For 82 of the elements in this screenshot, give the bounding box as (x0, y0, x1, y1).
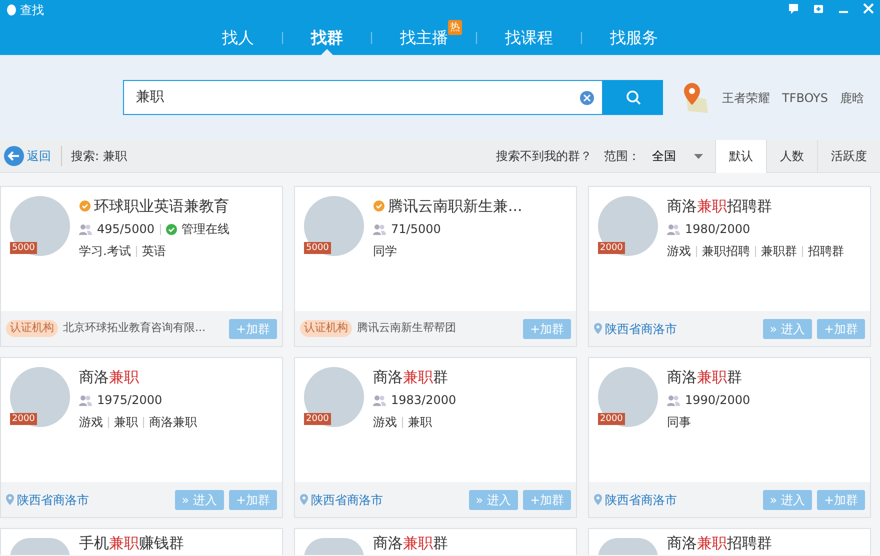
tab[interactable]: 找服务 (582, 20, 686, 55)
group-tag: 商洛兼职 (149, 413, 197, 431)
location-link[interactable]: 陕西省商洛市 (605, 320, 677, 338)
organization-name: 北京环球拓业教育咨询有限... (63, 320, 206, 336)
group-name[interactable]: 腾讯云南职新生兼... (388, 196, 522, 216)
capacity-tag: 2000 (10, 413, 37, 425)
sort-tab[interactable]: 活跃度 (817, 140, 880, 172)
group-tag: 游戏 (79, 413, 103, 431)
clear-icon[interactable] (580, 90, 594, 104)
member-count: 495/5000 (97, 221, 154, 238)
members-icon (373, 224, 386, 234)
group-name[interactable]: 环球职业英语兼教育 (94, 196, 229, 216)
group-name[interactable]: 商洛兼职招聘群 (667, 533, 772, 553)
sort-tab[interactable]: 人数 (766, 140, 817, 172)
member-count: 71/5000 (391, 221, 441, 238)
group-tag: 学习.考试 (79, 242, 131, 260)
group-tag: 兼职群 (761, 242, 797, 260)
members-icon (667, 394, 680, 406)
search-field[interactable]: 兼职 (123, 80, 603, 115)
tab[interactable]: 找人 (194, 20, 282, 55)
location-link[interactable]: 陕西省商洛市 (17, 490, 89, 508)
group-name[interactable]: 商洛兼职群 (667, 367, 742, 387)
help-link[interactable]: 搜索不到我的群？ (496, 147, 592, 165)
group-tag: 游戏 (667, 242, 691, 260)
group-tag: 兼职 (114, 413, 138, 431)
members-icon (667, 224, 680, 234)
group-tag: 同事 (667, 413, 691, 431)
capacity-tag: 2000 (598, 242, 625, 254)
member-count: 1975/2000 (97, 392, 162, 409)
capacity-tag: 5000 (10, 242, 37, 254)
capacity-tag: 2000 (598, 413, 625, 425)
search-query: 搜索: 兼职 (71, 148, 127, 165)
location-pin-icon (594, 494, 602, 505)
avatar-placeholder (598, 538, 658, 555)
capacity-tag: 5000 (304, 242, 331, 254)
location-pin-icon (300, 494, 308, 505)
group-name[interactable]: 商洛兼职群 (373, 533, 448, 553)
group-tag: 兼职招聘 (702, 242, 750, 260)
range-dropdown[interactable]: 全国 (652, 146, 703, 166)
group-tag: 招聘群 (808, 242, 844, 260)
avatar-placeholder (10, 538, 70, 555)
search-button[interactable] (603, 80, 663, 115)
window-title: 查找 (20, 2, 44, 19)
hot-word-link[interactable]: 王者荣耀 (722, 88, 770, 106)
tab[interactable]: 找课程 (477, 20, 581, 55)
location-pin-icon (594, 323, 602, 334)
hot-badge: 热 (448, 20, 462, 35)
members-icon (373, 394, 386, 406)
member-count: 1983/2000 (391, 392, 456, 409)
certified-badge: 认证机构 (300, 320, 352, 337)
group-name[interactable]: 手机兼职赚钱群 (79, 533, 184, 553)
group-name[interactable]: 商洛兼职群 (373, 367, 448, 387)
location-link[interactable]: 陕西省商洛市 (605, 490, 677, 508)
back-button[interactable]: 返回 (0, 146, 55, 166)
hot-word-link[interactable]: TFBOYS (782, 88, 828, 106)
capacity-tag: 2000 (304, 413, 331, 425)
group-tag: 游戏 (373, 413, 397, 431)
member-count: 1980/2000 (685, 221, 750, 238)
close-icon[interactable] (863, 3, 874, 14)
caret-icon (694, 154, 703, 158)
certified-badge: 认证机构 (6, 320, 58, 337)
avatar-placeholder (304, 538, 364, 555)
search-icon (626, 90, 640, 105)
member-count: 1990/2000 (685, 392, 750, 409)
admin-status: 管理在线 (182, 221, 230, 238)
check-icon (166, 224, 176, 234)
group-tag: 同学 (373, 242, 397, 260)
group-tag: 兼职 (408, 413, 432, 431)
skin-icon[interactable] (813, 3, 824, 14)
location-link[interactable]: 陕西省商洛市 (311, 490, 383, 508)
range-label: 范围： (604, 148, 640, 165)
group-tag: 英语 (142, 242, 166, 260)
group-name[interactable]: 商洛兼职 (79, 367, 139, 387)
members-icon (79, 394, 92, 406)
location-pin-icon (6, 494, 14, 505)
group-name[interactable]: 商洛兼职招聘群 (667, 196, 772, 216)
feedback-icon[interactable] (788, 3, 799, 14)
hot-word-link[interactable]: 鹿晗 (840, 88, 864, 106)
members-icon (79, 224, 92, 234)
organization-name: 腾讯云南新生帮帮团 (357, 320, 457, 336)
sort-tab[interactable]: 默认 (715, 140, 766, 172)
tab[interactable]: 找群 (283, 20, 371, 55)
